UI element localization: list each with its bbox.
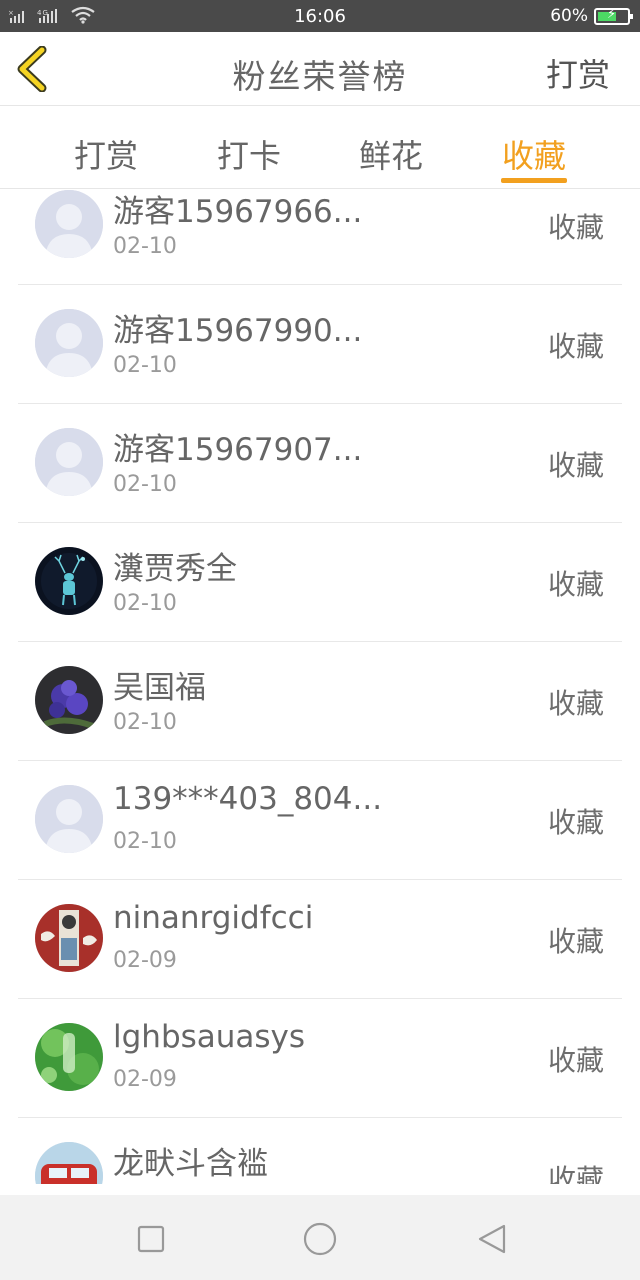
list-item[interactable]: 瀵贾秀全 02-10 收藏 xyxy=(18,523,622,642)
user-date: 02-10 xyxy=(113,472,177,497)
car-avatar xyxy=(35,1142,103,1184)
user-date: 02-10 xyxy=(113,710,177,735)
row-action-label: 收藏 xyxy=(547,925,604,958)
tab-bar: 打赏 打卡 鲜花 收藏 xyxy=(0,107,640,189)
user-name: 139***403_804... xyxy=(113,781,383,817)
row-action-label: 收藏 xyxy=(547,211,604,244)
fan-list: 游客15967966... 02-10 收藏 游客15967990... 02-… xyxy=(0,190,640,1184)
row-action-label: 收藏 xyxy=(547,806,604,839)
list-item[interactable]: 游客15967990... 02-10 收藏 xyxy=(18,285,622,404)
battery-icon: ⚡ xyxy=(594,7,633,25)
flower-avatar xyxy=(35,666,103,734)
default-avatar xyxy=(35,785,103,853)
default-avatar xyxy=(35,428,103,496)
tab-favorites[interactable]: 收藏 xyxy=(474,131,594,177)
battery-percent: 60% xyxy=(550,6,588,26)
default-avatar xyxy=(35,309,103,377)
green-avatar xyxy=(35,1023,103,1091)
user-name: ninanrgidfcci xyxy=(113,900,314,936)
status-bar: × 4G 16:06 60% ⚡ xyxy=(0,0,640,32)
photo-avatar xyxy=(35,904,103,972)
system-navigation-bar xyxy=(0,1195,640,1280)
recent-apps-button[interactable] xyxy=(131,1219,171,1259)
tab-reward[interactable]: 打赏 xyxy=(46,131,166,177)
circle-icon xyxy=(303,1222,337,1256)
deer-avatar xyxy=(35,547,103,615)
active-tab-indicator xyxy=(501,178,567,183)
list-item[interactable]: ninanrgidfcci 02-09 收藏 xyxy=(18,880,622,999)
square-icon xyxy=(137,1225,165,1253)
list-item[interactable]: 139***403_804... 02-10 收藏 xyxy=(18,761,622,880)
user-name: 龙畎斗含褴 xyxy=(113,1146,268,1182)
user-date: 02-10 xyxy=(113,829,177,854)
list-item[interactable]: 吴国福 02-10 收藏 xyxy=(18,642,622,761)
clock: 16:06 xyxy=(294,6,346,27)
user-name: 吴国福 xyxy=(113,670,206,706)
user-name: 游客15967990... xyxy=(113,313,363,349)
home-button[interactable] xyxy=(300,1219,340,1259)
list-item[interactable]: 游客15967907... 02-10 收藏 xyxy=(18,404,622,523)
list-item[interactable]: 龙畎斗含褴 收藏 xyxy=(18,1118,622,1184)
user-name: lghbsauasys xyxy=(113,1019,306,1055)
row-action-label: 收藏 xyxy=(547,687,604,720)
reward-button[interactable]: 打赏 xyxy=(546,50,610,96)
user-name: 游客15967907... xyxy=(113,432,363,468)
user-date: 02-10 xyxy=(113,591,177,616)
list-item[interactable]: lghbsauasys 02-09 收藏 xyxy=(18,999,622,1118)
user-date: 02-10 xyxy=(113,234,177,259)
back-nav-button[interactable] xyxy=(472,1219,512,1259)
user-name: 游客15967966... xyxy=(113,194,363,230)
user-name: 瀵贾秀全 xyxy=(113,551,237,587)
row-action-label: 收藏 xyxy=(547,449,604,482)
user-date: 02-10 xyxy=(113,353,177,378)
tab-flowers[interactable]: 鲜花 xyxy=(331,131,451,177)
list-item[interactable]: 游客15967966... 02-10 收藏 xyxy=(18,190,622,285)
row-action-label: 收藏 xyxy=(547,1163,604,1184)
app-header: 粉丝荣誉榜 打赏 xyxy=(0,32,640,106)
row-action-label: 收藏 xyxy=(547,1044,604,1077)
tab-checkin[interactable]: 打卡 xyxy=(189,131,309,177)
triangle-back-icon xyxy=(478,1224,506,1254)
user-date: 02-09 xyxy=(113,1067,177,1092)
user-date: 02-09 xyxy=(113,948,177,973)
row-action-label: 收藏 xyxy=(547,568,604,601)
page-title: 粉丝荣誉榜 xyxy=(232,57,408,96)
row-action-label: 收藏 xyxy=(547,330,604,363)
default-avatar xyxy=(35,190,103,258)
